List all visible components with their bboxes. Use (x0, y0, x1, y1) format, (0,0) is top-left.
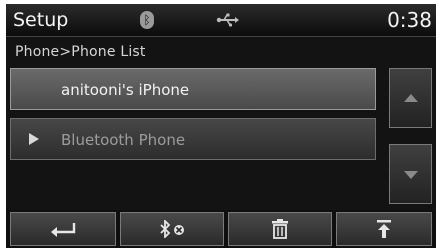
back-arrow-icon (51, 223, 76, 237)
usb-icon (216, 12, 240, 28)
move-top-icon (377, 220, 391, 238)
delete-button[interactable] (228, 212, 332, 246)
scroll-up-button[interactable] (389, 68, 432, 128)
disconnect-bluetooth-button[interactable] (120, 212, 224, 246)
scroll-down-button[interactable] (389, 144, 432, 204)
list-item-bluetooth-phone[interactable]: Bluetooth Phone (10, 118, 376, 160)
scroll-up-icon (404, 94, 418, 102)
trash-icon (272, 219, 288, 239)
list-item-label: anitooni's iPhone (61, 81, 190, 99)
play-icon (29, 133, 39, 145)
set-priority-button[interactable] (336, 212, 432, 246)
screen-title: Setup (13, 9, 69, 31)
status-bar: Setup ᛒ 0:38 (6, 4, 436, 37)
setup-screen: Setup ᛒ 0:38 Phone>Phone List anitooni's… (6, 4, 436, 248)
list-item-label: Bluetooth Phone (61, 131, 186, 149)
breadcrumb: Phone>Phone List (15, 44, 146, 60)
clock: 0:38 (387, 8, 432, 32)
list-item-anitooni-iphone[interactable]: anitooni's iPhone (10, 68, 376, 110)
bluetooth-disconnect-icon (160, 220, 184, 238)
bottom-toolbar (6, 210, 436, 248)
scroll-down-icon (404, 171, 418, 179)
back-button[interactable] (10, 212, 116, 246)
bluetooth-icon: ᛒ (140, 11, 154, 29)
